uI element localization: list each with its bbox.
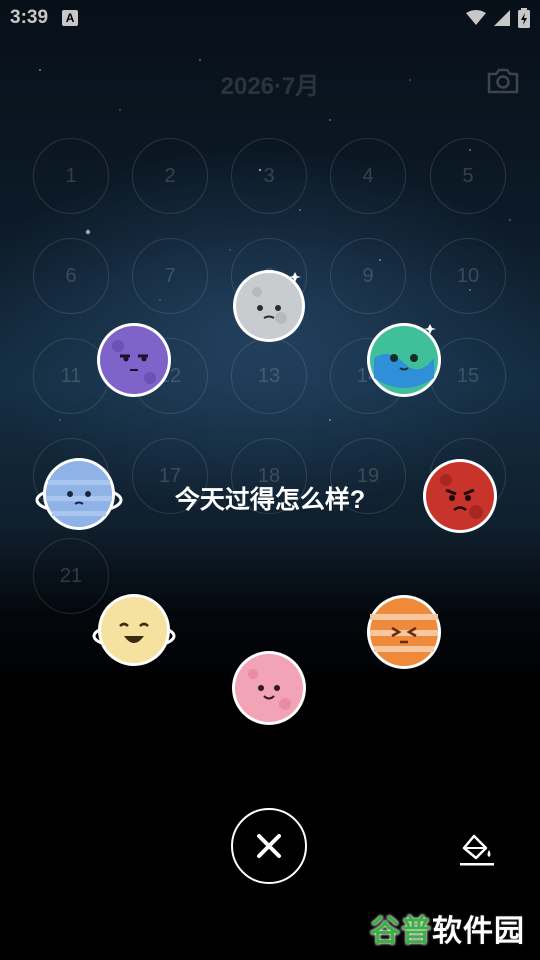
calendar-day[interactable]: 4 <box>330 138 406 214</box>
orange-annoyed-planet-icon[interactable] <box>364 592 446 672</box>
calendar-day[interactable]: 2 <box>132 138 208 214</box>
calendar-day[interactable]: 3 <box>231 138 307 214</box>
status-bar: 3:39 A <box>0 0 540 36</box>
yellow-laughing-planet-icon[interactable] <box>92 592 176 672</box>
signal-icon <box>494 10 510 26</box>
calendar-day[interactable]: 1 <box>33 138 109 214</box>
wifi-icon <box>466 10 486 25</box>
calendar-day[interactable]: 7 <box>132 238 208 314</box>
mood-prompt: 今天过得怎么样? <box>174 486 366 514</box>
calendar-day[interactable]: 6 <box>33 238 109 314</box>
camera-icon[interactable] <box>486 66 520 96</box>
green-blue-calm-planet-icon[interactable] <box>364 318 446 400</box>
calendar-day[interactable]: 10 <box>430 238 506 314</box>
watermark-part-b: 软件园 <box>432 915 525 948</box>
calendar-day[interactable]: 13 <box>231 338 307 414</box>
close-icon <box>257 834 281 858</box>
pink-happy-planet-icon[interactable] <box>229 648 311 728</box>
month-title[interactable]: 2026·7月 <box>0 66 540 101</box>
battery-charging-icon <box>518 8 530 28</box>
paint-bucket-icon[interactable] <box>456 828 498 868</box>
notification-a-icon: A <box>62 10 79 26</box>
mood-picker-screen: 3:39 A 2026·7月 1234567891011121314151617… <box>0 0 540 960</box>
watermark: 谷普软件园 <box>370 906 525 950</box>
calendar-day[interactable]: 9 <box>330 238 406 314</box>
gray-worried-planet-icon[interactable] <box>229 266 311 346</box>
close-button[interactable] <box>231 808 307 884</box>
calendar-day[interactable]: 5 <box>430 138 506 214</box>
purple-bored-planet-icon[interactable] <box>94 320 174 400</box>
status-time: 3:39 <box>10 7 49 28</box>
watermark-part-a: 谷普 <box>370 915 432 948</box>
